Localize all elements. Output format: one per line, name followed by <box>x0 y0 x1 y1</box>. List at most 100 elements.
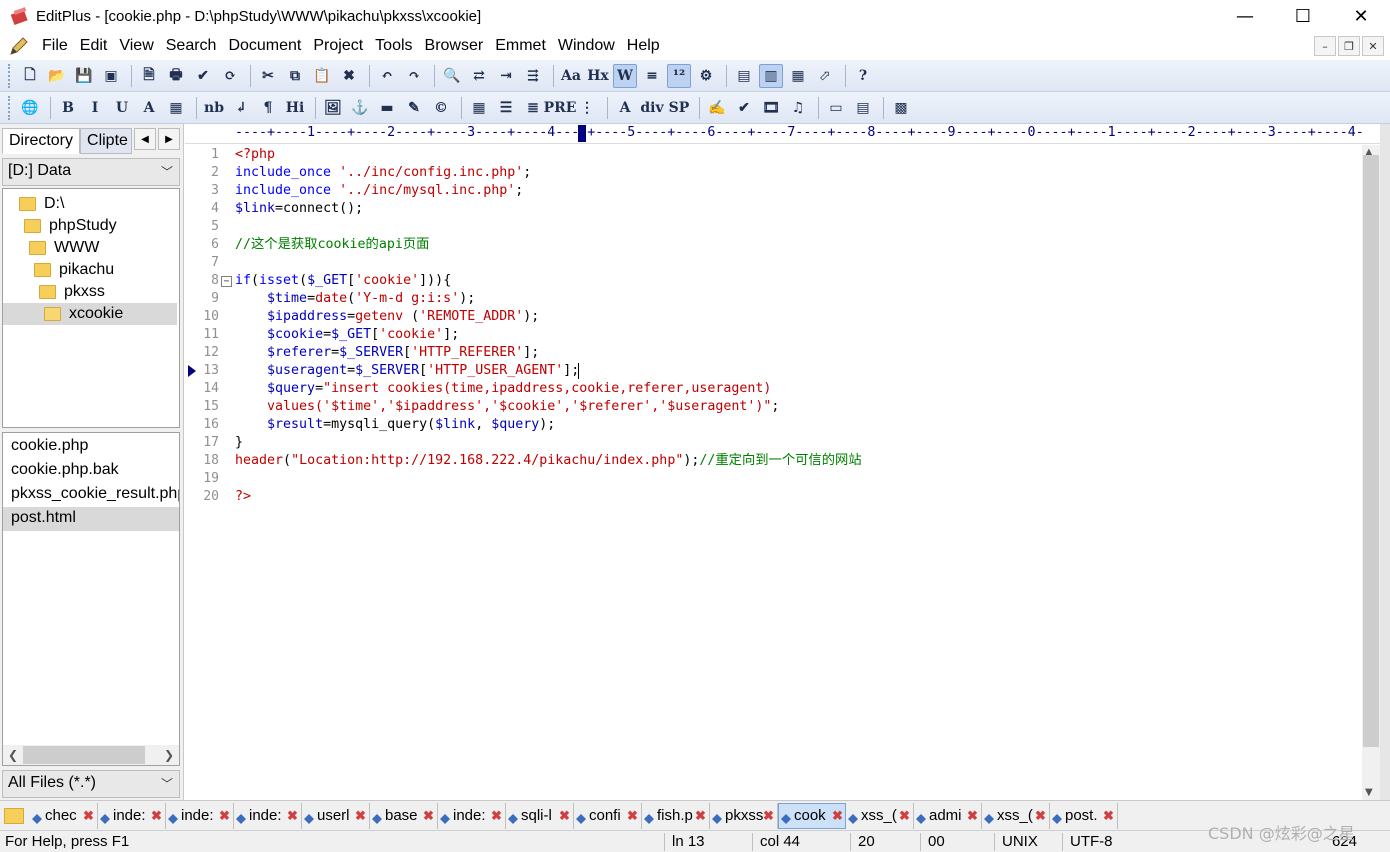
mdi-restore-button[interactable]: ❐ <box>1338 36 1360 56</box>
menu-view[interactable]: View <box>113 37 159 55</box>
minimize-button[interactable]: — <box>1216 0 1274 32</box>
color-grid-icon[interactable]: ▦ <box>164 96 188 120</box>
close-tab-icon[interactable]: ✖ <box>967 808 978 824</box>
find-icon[interactable]: 🔍 <box>440 64 464 88</box>
anchor-icon[interactable]: ⚓ <box>348 96 372 120</box>
close-tab-icon[interactable]: ✖ <box>151 808 162 824</box>
copy-icon[interactable]: ⧉ <box>283 64 307 88</box>
code-line[interactable]: if(isset($_GET['cookie'])){ <box>235 272 451 290</box>
code-line[interactable]: $ipaddress=getenv ('REMOTE_ADDR'); <box>235 308 539 326</box>
undo-icon[interactable]: ↶ <box>375 64 399 88</box>
html-check-icon[interactable]: ✔ <box>732 96 756 120</box>
document-tab[interactable]: pkxss ✖ <box>710 802 778 829</box>
document-tab[interactable]: xss_(✖ <box>982 802 1050 829</box>
menu-search[interactable]: Search <box>160 37 223 55</box>
menu-edit[interactable]: Edit <box>74 37 114 55</box>
code-icon[interactable]: ▤ <box>851 96 875 120</box>
image-icon[interactable]: 🖼 <box>321 96 345 120</box>
document-tab[interactable]: inde: ✖ <box>98 802 166 829</box>
menu-tools[interactable]: Tools <box>369 37 418 55</box>
fold-collapse-icon[interactable]: − <box>221 276 232 287</box>
code-line[interactable]: header("Location:http://192.168.222.4/pi… <box>235 452 862 470</box>
scroll-left-icon[interactable]: ❮ <box>3 748 23 762</box>
code-line[interactable]: include_once '../inc/mysql.inc.php'; <box>235 182 523 200</box>
heading-icon[interactable]: Hi <box>283 96 307 120</box>
print-icon[interactable]: 🖶 <box>164 64 188 88</box>
save-all-icon[interactable]: ▣ <box>99 64 123 88</box>
menu-file[interactable]: File <box>36 37 74 55</box>
new-file-icon[interactable]: 🗋 <box>18 64 42 88</box>
line-break-icon[interactable]: ↲ <box>229 96 253 120</box>
bold-icon[interactable]: B <box>56 96 80 120</box>
close-button[interactable]: ✕ <box>1332 0 1390 32</box>
close-tab-icon[interactable]: ✖ <box>355 808 366 824</box>
hr-icon[interactable]: ▬ <box>375 96 399 120</box>
file-list-item[interactable]: post.html <box>3 507 179 531</box>
html-edit-icon[interactable]: ✍ <box>705 96 729 120</box>
indent-icon[interactable]: ≡ <box>640 64 664 88</box>
save-icon[interactable]: 💾 <box>72 64 96 88</box>
close-tab-icon[interactable]: ✖ <box>423 808 434 824</box>
tree-item[interactable]: D:\ <box>3 193 64 215</box>
file-list-item[interactable]: cookie.php.bak <box>3 459 179 483</box>
font-icon[interactable]: Aa <box>559 64 583 88</box>
menu-help[interactable]: Help <box>621 37 666 55</box>
div-icon[interactable]: div <box>640 96 664 120</box>
code-line[interactable]: $cookie=$_GET['cookie']; <box>235 326 459 344</box>
tab-scroll-right-button[interactable]: ▶ <box>158 128 181 150</box>
list-icon[interactable]: ☰ <box>494 96 518 120</box>
close-tab-icon[interactable]: ✖ <box>1103 808 1114 824</box>
center-icon[interactable]: ≣ <box>521 96 545 120</box>
video-icon[interactable]: 🎞 <box>759 96 783 120</box>
close-tab-icon[interactable]: ✖ <box>627 808 638 824</box>
comment-icon[interactable]: © <box>429 96 453 120</box>
close-tab-icon[interactable]: ✖ <box>83 808 94 824</box>
tab-directory[interactable]: Directory <box>2 128 81 154</box>
code-line[interactable]: <?php <box>235 146 275 164</box>
replace-icon[interactable]: ⇄ <box>467 64 491 88</box>
close-tab-icon[interactable]: ✖ <box>832 808 843 824</box>
browser-icon[interactable]: ⬀ <box>813 64 837 88</box>
ordered-list-icon[interactable]: ⋮ <box>575 96 599 120</box>
drive-select[interactable]: [D:] Data ﹀ <box>2 158 180 186</box>
document-tab[interactable]: base ✖ <box>370 802 438 829</box>
delete-icon[interactable]: ✖ <box>337 64 361 88</box>
palette-icon[interactable]: ▩ <box>889 96 913 120</box>
scroll-right-icon[interactable]: ❯ <box>159 748 179 762</box>
code-line[interactable]: $useragent=$_SERVER['HTTP_USER_AGENT']; <box>235 362 579 380</box>
edit-icon[interactable]: ✎ <box>402 96 426 120</box>
font-color-icon[interactable]: A <box>137 96 161 120</box>
folder-icon[interactable] <box>4 807 24 824</box>
close-tab-icon[interactable]: ✖ <box>559 808 570 824</box>
code-line[interactable]: values('$time','$ipaddress','$cookie','$… <box>235 398 779 416</box>
tab-cliptext[interactable]: Clipte <box>80 128 133 154</box>
cut-icon[interactable]: ✂ <box>256 64 280 88</box>
open-file-icon[interactable]: 📂 <box>45 64 69 88</box>
tree-item[interactable]: pkxss <box>3 281 105 303</box>
pre-icon[interactable]: PRE <box>544 96 577 120</box>
close-tab-icon[interactable]: ✖ <box>287 808 298 824</box>
document-tab[interactable]: inde: ✖ <box>166 802 234 829</box>
close-tab-icon[interactable]: ✖ <box>695 808 706 824</box>
goto-icon[interactable]: ⇥ <box>494 64 518 88</box>
document-tab[interactable]: chec ✖ <box>30 802 98 829</box>
code-line[interactable]: ?> <box>235 488 251 506</box>
document-tab[interactable]: confi ✖ <box>574 802 642 829</box>
refresh-icon[interactable]: ⟳ <box>218 64 242 88</box>
form-icon[interactable]: ▭ <box>824 96 848 120</box>
settings-icon[interactable]: ⚙ <box>694 64 718 88</box>
paste-icon[interactable]: 📋 <box>310 64 334 88</box>
code-line[interactable]: $referer=$_SERVER['HTTP_REFERER']; <box>235 344 539 362</box>
code-line[interactable]: } <box>235 434 243 452</box>
print-preview-icon[interactable]: 🗎 <box>137 64 161 88</box>
file-filter-select[interactable]: All Files (*.*) ﹀ <box>2 770 180 798</box>
scrollbar-thumb[interactable] <box>1363 155 1379 747</box>
document-tab[interactable]: inde: ✖ <box>234 802 302 829</box>
cliptext-window-icon[interactable]: ▦ <box>786 64 810 88</box>
redo-icon[interactable]: ↷ <box>402 64 426 88</box>
code-line[interactable]: $time=date('Y-m-d g:i:s'); <box>235 290 475 308</box>
line-icon[interactable]: ⇶ <box>521 64 545 88</box>
code-line[interactable]: //这个是获取cookie的api页面 <box>235 236 429 254</box>
file-list-item[interactable]: pkxss_cookie_result.php <box>3 483 179 507</box>
toolbar-grip[interactable] <box>8 95 12 120</box>
